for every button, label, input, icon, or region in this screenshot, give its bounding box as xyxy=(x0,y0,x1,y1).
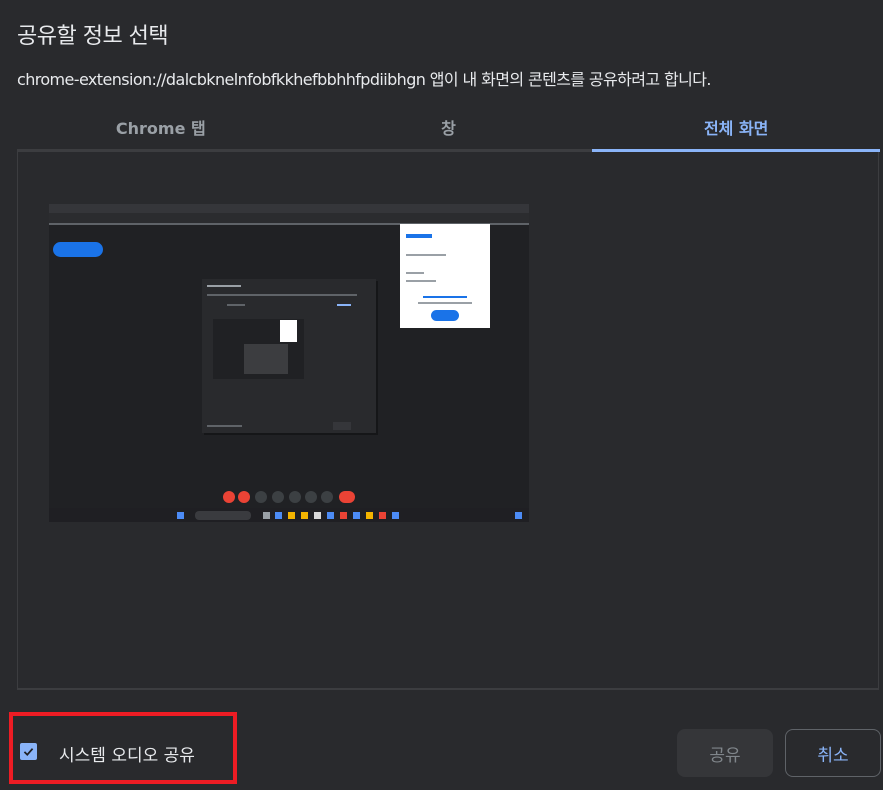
thumb-meeting-controls xyxy=(49,489,529,503)
thumb-nested-dialog xyxy=(202,279,376,433)
thumb-popup-line xyxy=(406,254,446,256)
thumb-app-icon xyxy=(275,512,282,519)
source-panel xyxy=(17,152,879,690)
system-audio-label[interactable]: 시스템 오디오 공유 xyxy=(59,741,195,766)
thumb-mic-icon xyxy=(223,491,235,503)
thumb-nested-dialog-inner xyxy=(244,344,288,374)
tab-window[interactable]: 창 xyxy=(304,104,593,152)
thumb-nested-share xyxy=(333,422,351,430)
thumb-nested-preview xyxy=(213,319,304,379)
thumb-taskbar xyxy=(49,508,529,522)
thumb-app-icon xyxy=(314,512,321,519)
thumb-meeting-pill xyxy=(53,242,103,257)
thumb-hand-icon xyxy=(272,491,284,503)
thumb-chrome-icon xyxy=(340,512,347,519)
thumb-hangup-icon xyxy=(339,491,355,503)
screen-thumbnail[interactable] xyxy=(49,204,529,522)
source-tabs: Chrome 탭 창 전체 화면 xyxy=(17,104,881,152)
thumb-chrome-icon xyxy=(379,512,386,519)
checkmark-icon xyxy=(23,748,34,757)
dialog-title: 공유할 정보 선택 xyxy=(17,24,169,49)
thumb-app-icon xyxy=(327,512,334,519)
thumb-address-bar xyxy=(49,213,529,223)
thumb-nested-subtitle xyxy=(207,294,357,296)
thumb-popup-link xyxy=(423,296,467,298)
system-audio-checkbox[interactable] xyxy=(20,743,37,760)
tab-entire-screen[interactable]: 전체 화면 xyxy=(592,104,881,152)
thumb-nested-title xyxy=(207,285,241,287)
thumb-app-icon xyxy=(263,512,270,519)
thumb-caption-icon xyxy=(255,491,267,503)
cancel-button[interactable]: 취소 xyxy=(785,729,881,777)
thumb-emoji-icon xyxy=(305,491,317,503)
thumb-popup-line xyxy=(406,272,424,274)
thumb-present-icon xyxy=(289,491,301,503)
thumb-folder-icon xyxy=(301,512,308,519)
thumb-popup-title xyxy=(406,234,432,238)
thumb-tray-icon xyxy=(515,512,522,519)
share-button[interactable]: 공유 xyxy=(677,729,773,777)
thumb-app-icon xyxy=(366,512,373,519)
thumb-start-icon xyxy=(177,512,184,519)
thumb-nested-checkbox-line xyxy=(207,425,242,427)
thumb-popup-line xyxy=(406,280,436,282)
thumb-app-icon xyxy=(392,512,399,519)
thumb-popup-line xyxy=(418,302,472,304)
thumb-app-icon xyxy=(288,512,295,519)
thumb-popup xyxy=(400,224,490,328)
thumb-nested-tab-active xyxy=(337,304,351,306)
thumb-app-icon xyxy=(353,512,360,519)
thumb-browser-tabbar xyxy=(49,204,529,213)
thumb-camera-icon xyxy=(238,491,250,503)
dialog-subtitle: chrome-extension://dalcbknelnfobfkkhefbb… xyxy=(17,70,711,89)
thumb-nested-popup xyxy=(280,320,297,342)
thumb-popup-button xyxy=(431,310,459,321)
thumb-more-icon xyxy=(321,491,333,503)
thumb-taskbar-search xyxy=(195,511,251,520)
thumb-nested-tab xyxy=(227,304,245,306)
tab-chrome-tab[interactable]: Chrome 탭 xyxy=(17,104,305,152)
